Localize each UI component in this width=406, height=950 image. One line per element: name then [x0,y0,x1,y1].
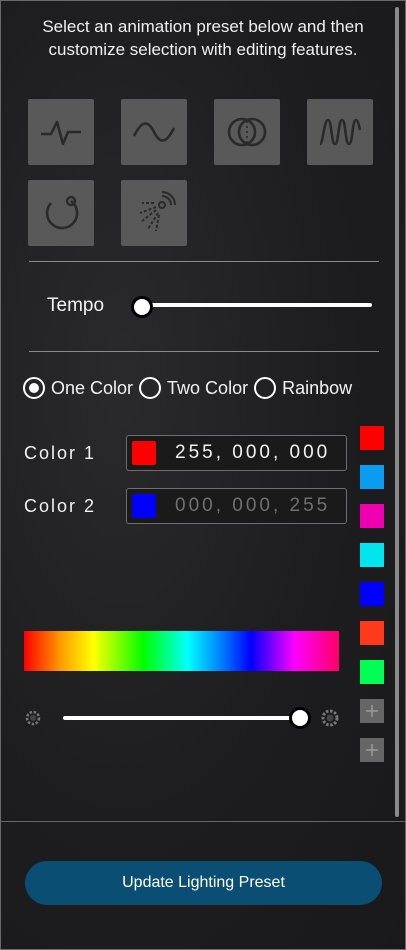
radio-one-color-label: One Color [51,377,134,398]
oscillate-icon [318,118,362,146]
color-2-label: Color 2 [24,496,97,516]
pulse-icon [41,120,81,146]
radio-indicator [254,377,277,399]
radio-two-color-label: Two Color [167,377,249,398]
color-2-value: 000, 000, 255 [175,495,331,516]
footer-divider [1,821,405,822]
preset-burst-button[interactable] [121,180,187,246]
tempo-slider-track[interactable] [141,303,372,307]
tempo-label: Tempo [47,295,105,316]
color-2-chip[interactable] [132,494,156,518]
swatch-orange-red[interactable] [360,621,384,645]
swatch-magenta[interactable] [360,504,384,528]
add-swatch-button[interactable] [360,699,384,723]
color-1-value: 255, 000, 000 [175,442,331,463]
overlap-circles-icon [227,117,267,147]
intro-text: Select an animation preset below and the… [42,17,364,59]
swatch-cyan[interactable] [360,543,384,567]
brightness-low-icon [25,710,41,726]
color-1-label: Color 1 [24,443,97,463]
radio-two-color[interactable]: Two Color [139,377,248,399]
scrollbar[interactable] [395,7,399,817]
burst-icon [139,191,176,232]
swatch-green[interactable] [360,660,384,684]
radio-selected-indicator [23,377,45,399]
swatch-sky-blue[interactable] [360,465,384,489]
rotate-icon [45,195,79,230]
wave-icon [132,122,176,142]
preset-rotate-button[interactable] [28,180,94,246]
update-lighting-preset-button[interactable]: Update Lighting Preset [25,861,382,905]
color-2-field[interactable]: 000, 000, 255 [126,488,347,524]
preset-wave-button[interactable] [121,99,187,165]
radio-rainbow-label: Rainbow [282,377,353,398]
brightness-slider-track[interactable] [63,716,299,720]
color-1-chip[interactable] [132,441,156,465]
divider [29,351,379,352]
lighting-panel: Select an animation preset below and the… [0,0,406,950]
preset-pulse-button[interactable] [28,99,94,165]
color-spectrum-picker[interactable] [24,631,339,671]
plus-icon [366,744,378,756]
color-1-field[interactable]: 255, 000, 000 [126,435,347,471]
add-swatch-button[interactable] [360,738,384,762]
swatch-red[interactable] [360,426,384,450]
swatch-blue[interactable] [360,582,384,606]
tempo-slider-handle[interactable] [131,296,153,318]
preset-oscillate-button[interactable] [307,99,373,165]
brightness-high-icon [321,709,339,727]
plus-icon [366,705,378,717]
preset-overlap-button[interactable] [214,99,280,165]
brightness-slider-handle[interactable] [289,707,311,729]
divider [29,261,379,262]
radio-indicator [139,377,162,399]
radio-rainbow[interactable]: Rainbow [254,377,352,399]
radio-one-color[interactable]: One Color [23,377,133,399]
color-mode-radio-group: One Color Two Color Rainbow [23,377,358,399]
